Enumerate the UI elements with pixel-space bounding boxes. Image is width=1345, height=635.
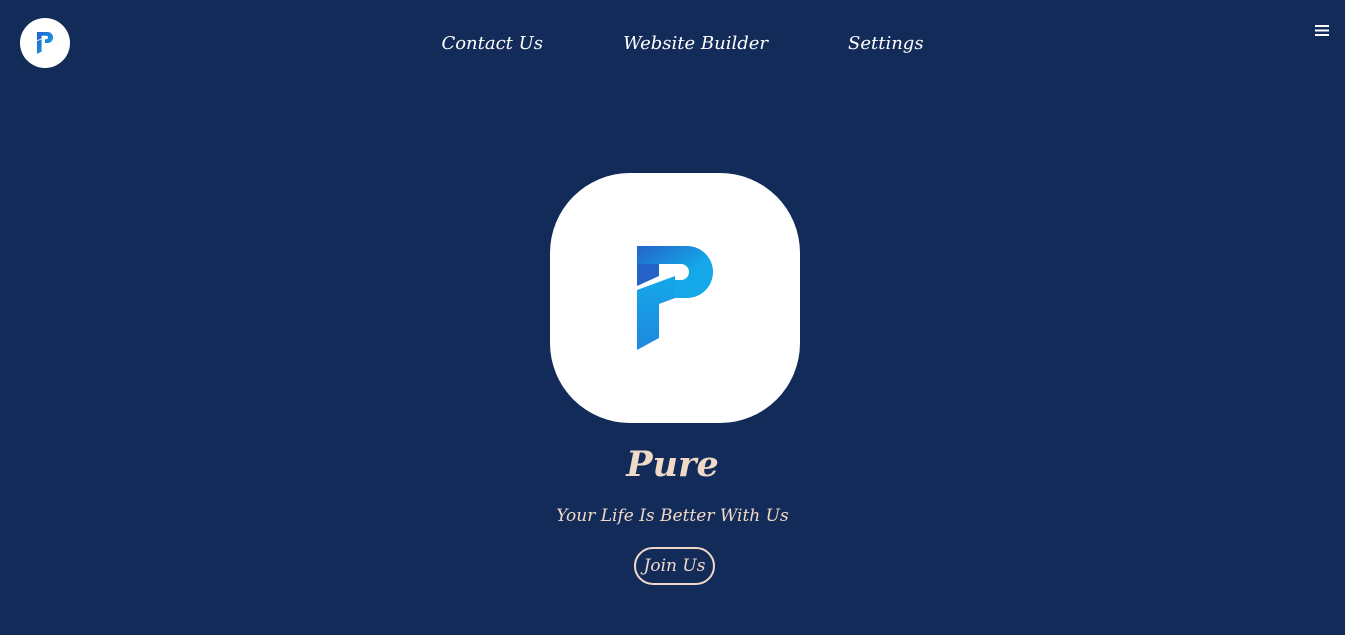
- hero-title: Pure: [626, 444, 719, 485]
- hamburger-menu-icon[interactable]: [1315, 24, 1329, 37]
- nav-website-builder[interactable]: Website Builder: [623, 33, 768, 54]
- hero-logo: [550, 173, 800, 423]
- hero-subtitle: Your Life Is Better With Us: [556, 506, 789, 526]
- join-us-button[interactable]: Join Us: [634, 547, 715, 585]
- nav-settings[interactable]: Settings: [848, 33, 924, 54]
- pure-p-logo-icon: [637, 246, 713, 350]
- nav-contact-us[interactable]: Contact Us: [441, 33, 543, 54]
- main-nav: Contact Us Website Builder Settings: [0, 33, 1345, 54]
- landing-page: Contact Us Website Builder Settings Pure…: [0, 0, 1345, 635]
